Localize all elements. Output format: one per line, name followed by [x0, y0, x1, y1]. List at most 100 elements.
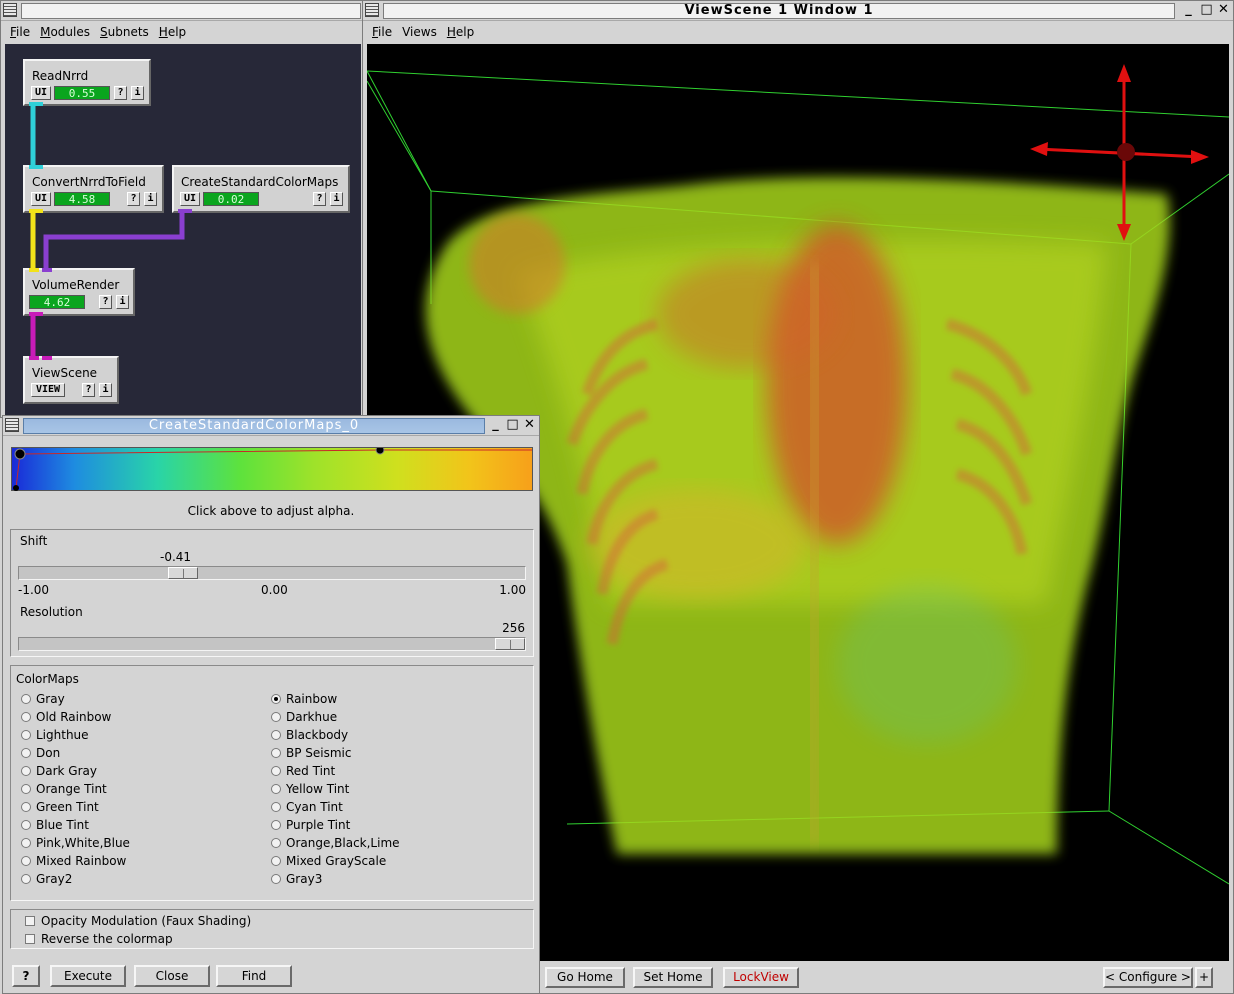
colormap-option[interactable]: Blue Tint — [16, 818, 89, 832]
radio-button[interactable] — [21, 838, 31, 848]
input-port[interactable] — [29, 165, 43, 169]
colormap-option[interactable]: Blackbody — [266, 728, 348, 742]
menu-help[interactable]: Help — [159, 25, 186, 39]
radio-button[interactable] — [21, 712, 31, 722]
menu-help[interactable]: Help — [447, 25, 474, 39]
radio-button[interactable] — [271, 874, 281, 884]
colormap-preview[interactable] — [11, 447, 533, 491]
ui-button[interactable]: UI — [31, 86, 51, 100]
radio-button[interactable] — [271, 766, 281, 776]
output-port[interactable] — [178, 209, 192, 213]
colormap-option[interactable]: Mixed Rainbow — [16, 854, 126, 868]
colormap-option[interactable]: Yellow Tint — [266, 782, 349, 796]
radio-button[interactable] — [21, 748, 31, 758]
help-button[interactable]: ? — [114, 86, 127, 100]
colormap-option[interactable]: Purple Tint — [266, 818, 350, 832]
shift-slider-thumb[interactable] — [168, 567, 198, 579]
menu-views[interactable]: Views — [402, 25, 437, 39]
window-menu-icon[interactable] — [3, 3, 17, 17]
checkbox-box[interactable] — [25, 934, 35, 944]
radio-button[interactable] — [271, 730, 281, 740]
help-button[interactable]: ? — [127, 192, 140, 206]
colormap-option[interactable]: BP Seismic — [266, 746, 352, 760]
radio-button[interactable] — [271, 784, 281, 794]
close-button[interactable]: Close — [134, 965, 210, 987]
module-readnrrd[interactable]: ReadNrrd UI 0.55 ? i — [23, 59, 151, 106]
close-icon[interactable]: ✕ — [522, 418, 537, 433]
radio-button[interactable] — [271, 838, 281, 848]
add-button[interactable]: + — [1195, 967, 1213, 988]
execute-button[interactable]: Execute — [50, 965, 126, 987]
colormap-option[interactable]: Mixed GrayScale — [266, 854, 386, 868]
go-home-button[interactable]: Go Home — [545, 967, 625, 988]
help-button[interactable]: ? — [313, 192, 326, 206]
ui-button[interactable]: UI — [180, 192, 200, 206]
radio-button[interactable] — [21, 694, 31, 704]
input-port[interactable] — [42, 356, 52, 360]
maximize-icon[interactable]: □ — [1199, 3, 1214, 18]
help-button[interactable]: ? — [99, 295, 112, 309]
module-viewscene[interactable]: ViewScene VIEW ? i — [23, 356, 119, 404]
module-createstandardcolormaps[interactable]: CreateStandardColorMaps UI 0.02 ? i — [172, 165, 350, 213]
configure-button[interactable]: < Configure > — [1103, 967, 1193, 988]
input-port[interactable] — [29, 268, 39, 272]
network-title-bar[interactable] — [1, 1, 363, 21]
reverse-colormap-checkbox[interactable]: Reverse the colormap — [19, 932, 173, 946]
ui-button[interactable]: UI — [31, 192, 51, 206]
set-home-button[interactable]: Set Home — [633, 967, 713, 988]
colormap-option[interactable]: Rainbow — [266, 692, 337, 706]
module-convertnrrdtofield[interactable]: ConvertNrrdToField UI 4.58 ? i — [23, 165, 164, 213]
network-canvas[interactable]: ReadNrrd UI 0.55 ? i ConvertNrrdToField … — [5, 44, 361, 416]
input-port[interactable] — [29, 356, 39, 360]
lock-view-button[interactable]: LockView — [723, 967, 799, 988]
radio-button[interactable] — [21, 784, 31, 794]
colormap-option[interactable]: Gray3 — [266, 872, 322, 886]
info-button[interactable]: i — [144, 192, 157, 206]
menu-modules[interactable]: Modules — [40, 25, 90, 39]
checkbox-box[interactable] — [25, 916, 35, 926]
viewer-title-bar[interactable]: ViewScene 1 Window 1 _ □ ✕ — [363, 1, 1233, 21]
window-menu-icon[interactable] — [365, 3, 379, 17]
colormap-option[interactable]: Lighthue — [16, 728, 89, 742]
colormap-option[interactable]: Cyan Tint — [266, 800, 343, 814]
resolution-slider-thumb[interactable] — [495, 638, 525, 650]
colormap-option[interactable]: Old Rainbow — [16, 710, 111, 724]
window-menu-icon[interactable] — [5, 418, 19, 432]
info-button[interactable]: i — [131, 86, 144, 100]
radio-button[interactable] — [271, 820, 281, 830]
find-button[interactable]: Find — [216, 965, 292, 987]
colormap-option[interactable]: Gray2 — [16, 872, 72, 886]
radio-button[interactable] — [21, 820, 31, 830]
maximize-icon[interactable]: □ — [505, 418, 520, 433]
opacity-modulation-checkbox[interactable]: Opacity Modulation (Faux Shading) — [19, 914, 251, 928]
colormap-option[interactable]: Darkhue — [266, 710, 337, 724]
output-port[interactable] — [29, 312, 43, 316]
info-button[interactable]: i — [99, 383, 112, 397]
colormap-option[interactable]: Green Tint — [16, 800, 99, 814]
radio-button[interactable] — [21, 766, 31, 776]
menu-subnets[interactable]: Subnets — [100, 25, 149, 39]
help-button[interactable]: ? — [82, 383, 95, 397]
colormap-option[interactable]: Pink,White,Blue — [16, 836, 130, 850]
colormap-option[interactable]: Gray — [16, 692, 65, 706]
view-button[interactable]: VIEW — [31, 383, 65, 397]
resolution-slider[interactable] — [18, 637, 526, 651]
module-volumerender[interactable]: VolumeRender 4.62 ? i — [23, 268, 135, 316]
colormap-option[interactable]: Orange,Black,Lime — [266, 836, 400, 850]
minimize-icon[interactable]: _ — [1181, 3, 1196, 18]
radio-button[interactable] — [21, 730, 31, 740]
radio-button[interactable] — [271, 802, 281, 812]
radio-button[interactable] — [21, 802, 31, 812]
info-button[interactable]: i — [330, 192, 343, 206]
info-button[interactable]: i — [116, 295, 129, 309]
colormap-option[interactable]: Orange Tint — [16, 782, 107, 796]
radio-button[interactable] — [271, 712, 281, 722]
output-port[interactable] — [29, 102, 43, 106]
colormap-option[interactable]: Dark Gray — [16, 764, 97, 778]
radio-button[interactable] — [21, 874, 31, 884]
output-port[interactable] — [29, 209, 43, 213]
colormap-option[interactable]: Don — [16, 746, 60, 760]
help-button[interactable]: ? — [12, 965, 40, 987]
input-port[interactable] — [42, 268, 52, 272]
radio-button[interactable] — [271, 856, 281, 866]
